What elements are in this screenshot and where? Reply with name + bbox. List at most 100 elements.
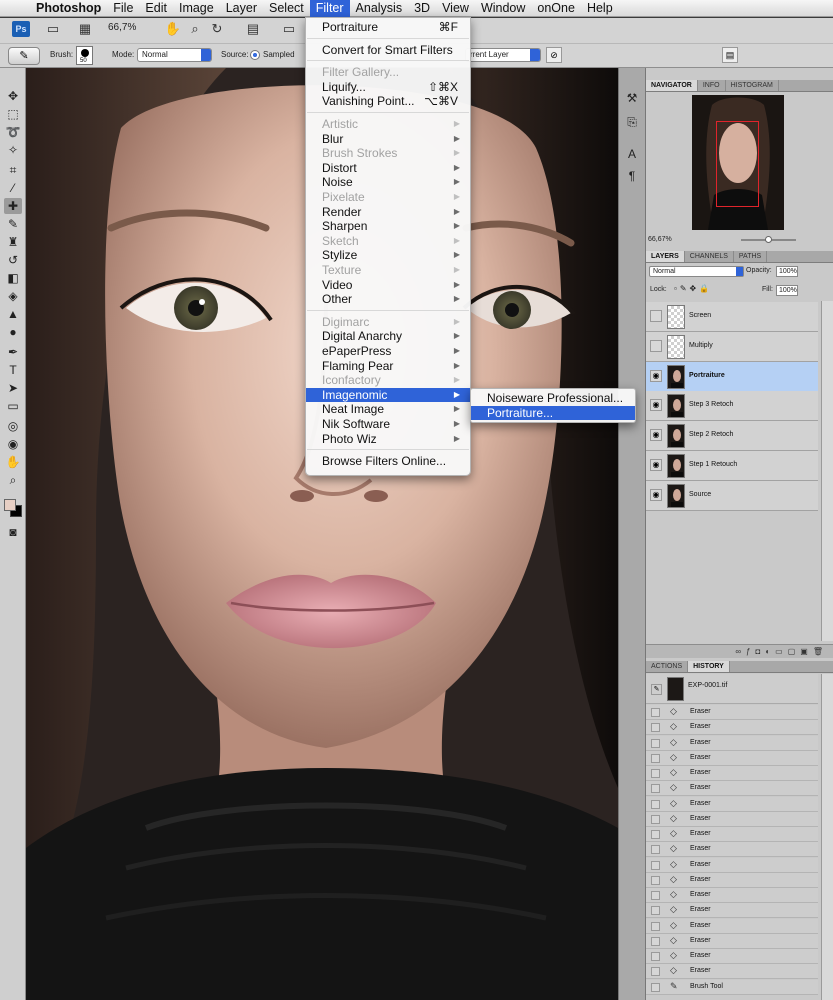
navigator-preview[interactable] — [692, 95, 784, 230]
history-state[interactable]: ◇ Eraser — [646, 842, 818, 858]
eyedropper-tool-icon[interactable]: ⁄ — [4, 180, 22, 196]
submenu-item-portraiture[interactable]: Portraiture... — [471, 405, 635, 421]
eye-icon[interactable]: ◉ — [650, 369, 662, 382]
navigator-zoom[interactable]: 66,67% — [648, 236, 672, 243]
history-state[interactable]: ◇ Eraser — [646, 903, 818, 919]
foreground-color-swatch[interactable] — [4, 499, 16, 511]
filter-menu-item-digital-anarchy[interactable]: Digital Anarchy ▶ — [306, 329, 470, 344]
tab-histogram[interactable]: HISTOGRAM — [726, 80, 779, 91]
filter-menu-item-video[interactable]: Video ▶ — [306, 278, 470, 293]
history-brush-source-checkbox[interactable] — [651, 936, 660, 946]
menu-filter[interactable]: Filter — [309, 0, 350, 17]
ignore-adjustment-icon[interactable]: ⊘ — [546, 47, 562, 63]
move-tool-icon[interactable]: ✥ — [4, 88, 22, 104]
history-brush-source-checkbox[interactable] — [651, 769, 660, 778]
eye-icon[interactable]: ◉ — [650, 459, 662, 471]
workspace-switcher-icon[interactable]: ▤ — [722, 47, 738, 63]
bridge-icon[interactable]: ▭ — [44, 21, 62, 37]
layer-row[interactable]: ◉ Step 1 Retouch — [646, 451, 818, 481]
history-scrollbar[interactable] — [821, 674, 833, 1000]
hand-tool-icon[interactable]: ✋ — [164, 21, 182, 37]
history-state[interactable]: ◇ Eraser — [646, 964, 818, 980]
lock-icons[interactable]: ▫✎✥🔒 — [674, 284, 712, 293]
layer-row[interactable]: Multiply — [646, 331, 818, 362]
history-brush-source-icon[interactable]: ✎ — [651, 684, 662, 695]
mode-select[interactable]: Normal — [137, 48, 212, 62]
filter-menu-item-liquify[interactable]: Liquify... ⇧⌘X — [306, 80, 470, 95]
history-brush-source-checkbox[interactable] — [651, 753, 660, 763]
screen-mode-icon[interactable]: ▭ — [280, 21, 298, 37]
history-brush-source-checkbox[interactable] — [651, 814, 660, 824]
dodge-tool-icon[interactable]: ● — [4, 324, 22, 340]
healing-brush-tool-icon[interactable]: ✚ — [4, 198, 22, 214]
menu-image[interactable]: Image — [173, 0, 220, 17]
shape-tool-icon[interactable]: ▭ — [4, 398, 22, 414]
filter-menu-item-other[interactable]: Other ▶ — [306, 292, 470, 307]
history-brush-source-checkbox[interactable] — [651, 845, 660, 855]
filter-menu-item-render[interactable]: Render ▶ — [306, 205, 470, 220]
submenu-item-noiseware-professional[interactable]: Noiseware Professional... — [471, 391, 635, 406]
sample-select[interactable]: rrent Layer — [465, 48, 541, 62]
history-state[interactable]: ◇ Eraser — [646, 933, 818, 949]
filter-menu-item-vanishing-point[interactable]: Vanishing Point... ⌥⌘V — [306, 94, 470, 109]
menu-window[interactable]: Window — [475, 0, 531, 17]
menu-select[interactable]: Select — [263, 0, 310, 17]
filter-menu-item-neat-image[interactable]: Neat Image ▶ — [306, 402, 470, 417]
history-state[interactable]: ◇ Eraser — [646, 857, 818, 873]
tab-history[interactable]: HISTORY — [688, 661, 730, 672]
layer-row[interactable]: Screen — [646, 302, 818, 332]
clone-stamp-tool-icon[interactable]: ♜ — [4, 234, 22, 250]
tab-info[interactable]: INFO — [698, 80, 726, 91]
history-brush-source-checkbox[interactable] — [651, 952, 660, 961]
filter-menu-item-sharpen[interactable]: Sharpen ▶ — [306, 219, 470, 234]
source-sampled-radio[interactable] — [250, 50, 260, 60]
menu-file[interactable]: File — [107, 0, 139, 17]
filter-menu-item-nik-software[interactable]: Nik Software ▶ — [306, 417, 470, 432]
tool-preset-picker[interactable]: ✎ — [8, 47, 40, 65]
history-state[interactable]: ◇ Eraser — [646, 766, 818, 782]
history-state[interactable]: ✎ Brush Tool — [646, 979, 818, 995]
history-brush-source-checkbox[interactable] — [651, 967, 660, 977]
marquee-tool-icon[interactable]: ⬚ — [4, 106, 22, 122]
paint-bucket-tool-icon[interactable]: ◈ — [4, 288, 22, 304]
history-state[interactable]: ◇ Eraser — [646, 888, 818, 904]
history-state[interactable]: ◇ Eraser — [646, 705, 818, 721]
menu-onone[interactable]: onOne — [531, 0, 581, 17]
3d-rotate-tool-icon[interactable]: ◎ — [4, 418, 22, 434]
paragraph-panel-icon[interactable]: ¶ — [624, 168, 640, 184]
history-state[interactable]: ◇ Eraser — [646, 735, 818, 751]
filter-menu-item-distort[interactable]: Distort ▶ — [306, 161, 470, 176]
menu-layer[interactable]: Layer — [220, 0, 263, 17]
quick-selection-tool-icon[interactable]: ✧ — [4, 142, 22, 158]
history-brush-source-checkbox[interactable] — [651, 708, 660, 717]
history-brush-source-checkbox[interactable] — [651, 784, 660, 794]
arrange-documents-icon[interactable]: ▤ — [244, 21, 262, 37]
history-brush-source-checkbox[interactable] — [651, 860, 660, 870]
history-state[interactable]: ◇ Eraser — [646, 781, 818, 797]
menu-3d[interactable]: 3D — [408, 0, 436, 17]
character-panel-icon[interactable]: A — [624, 146, 640, 162]
rotate-view-icon[interactable]: ↻ — [208, 21, 226, 37]
filter-menu-item-blur[interactable]: Blur ▶ — [306, 132, 470, 147]
clone-source-icon[interactable]: ⎘ — [624, 114, 640, 130]
layer-row[interactable]: ◉ Step 2 Retoch — [646, 421, 818, 452]
layer-row[interactable]: ◉ Portraiture — [646, 361, 818, 392]
layers-footer-icons[interactable]: ∞ƒ◘◐▭▢▣🗑 — [646, 644, 833, 658]
layer-row[interactable]: ◉ Source — [646, 480, 818, 511]
history-state[interactable]: ◇ Eraser — [646, 918, 818, 934]
history-state[interactable]: ◇ Eraser — [646, 949, 818, 965]
eye-icon[interactable] — [650, 310, 662, 322]
history-brush-source-checkbox[interactable] — [651, 906, 660, 916]
eye-icon[interactable] — [650, 339, 662, 352]
history-state[interactable]: ◇ Eraser — [646, 720, 818, 736]
menu-help[interactable]: Help — [581, 0, 619, 17]
tab-navigator[interactable]: NAVIGATOR — [646, 80, 698, 91]
navigator-zoom-slider[interactable] — [741, 236, 796, 243]
history-snapshot[interactable]: ✎ EXP-0001.tif — [646, 674, 818, 704]
quick-mask-icon[interactable]: ◙ — [4, 524, 22, 540]
filter-menu-item-browse-filters-online[interactable]: Browse Filters Online... — [306, 454, 470, 469]
menu-photoshop[interactable]: Photoshop — [30, 0, 107, 17]
history-brush-source-checkbox[interactable] — [651, 982, 660, 992]
history-brush-tool-icon[interactable]: ↺ — [4, 252, 22, 268]
eraser-tool-icon[interactable]: ◧ — [4, 270, 22, 286]
